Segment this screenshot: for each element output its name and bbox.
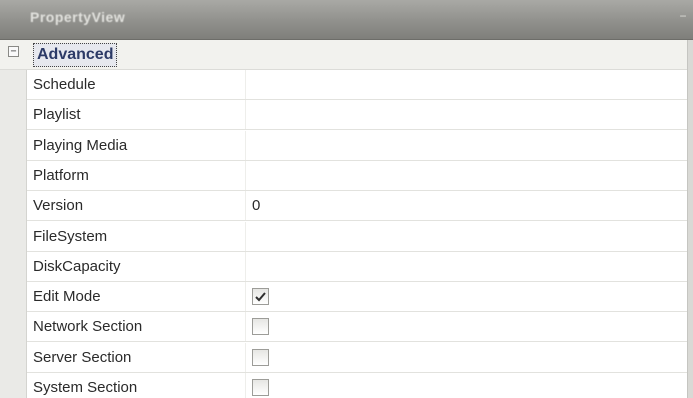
column-divider — [245, 100, 246, 130]
property-row[interactable]: DiskCapacity — [27, 251, 687, 282]
column-divider — [245, 221, 246, 251]
column-divider — [245, 251, 246, 281]
property-name: Version — [33, 197, 84, 215]
property-name: Network Section — [33, 318, 143, 336]
property-checkbox[interactable] — [252, 288, 269, 306]
property-checkbox[interactable] — [252, 379, 269, 396]
property-grid: − Advanced Schedule Playlist Playing Media… — [0, 40, 693, 398]
property-row[interactable]: Schedule — [27, 70, 687, 100]
column-divider — [245, 130, 246, 160]
column-divider — [245, 160, 246, 190]
property-row[interactable]: Server Section — [27, 342, 687, 373]
property-name: Edit Mode — [33, 288, 101, 306]
property-row[interactable]: Platform — [27, 160, 687, 191]
column-divider — [245, 191, 246, 221]
column-divider — [245, 70, 246, 99]
property-view-panel: PropertyView − − Advanced Schedule Playli… — [0, 0, 693, 398]
property-row[interactable]: Version 0 — [27, 191, 687, 222]
property-row[interactable]: FileSystem — [27, 221, 687, 252]
property-row[interactable]: Edit Mode — [27, 282, 687, 313]
property-name: Schedule — [33, 76, 96, 93]
collapse-icon[interactable]: − — [8, 46, 19, 57]
property-name: Playing Media — [33, 136, 128, 154]
property-checkbox[interactable] — [252, 318, 269, 336]
property-row[interactable]: System Section — [27, 373, 687, 398]
property-row[interactable]: Network Section — [27, 312, 687, 343]
property-name: Playlist — [33, 106, 81, 124]
property-name: FileSystem — [33, 227, 108, 245]
property-value[interactable]: 0 — [252, 191, 260, 221]
column-divider — [245, 342, 246, 372]
property-name: DiskCapacity — [33, 257, 121, 275]
checkmark-icon — [255, 292, 266, 302]
property-name: Server Section — [33, 348, 132, 366]
column-divider — [245, 282, 246, 312]
auto-hide-pin-icon[interactable]: − — [677, 10, 689, 22]
panel-title-bar: PropertyView − — [0, 0, 693, 40]
column-divider — [245, 373, 246, 398]
grid-right-edge — [687, 40, 693, 398]
property-name: System Section — [33, 379, 138, 396]
property-row[interactable]: Playlist — [27, 100, 687, 131]
category-advanced[interactable]: − Advanced — [0, 40, 687, 70]
panel-title: PropertyView — [30, 9, 126, 25]
property-name: Platform — [33, 166, 89, 184]
grid-left-margin — [0, 40, 27, 398]
category-label[interactable]: Advanced — [33, 43, 118, 67]
column-divider — [245, 312, 246, 342]
property-row[interactable]: Playing Media — [27, 130, 687, 161]
property-checkbox[interactable] — [252, 348, 269, 366]
